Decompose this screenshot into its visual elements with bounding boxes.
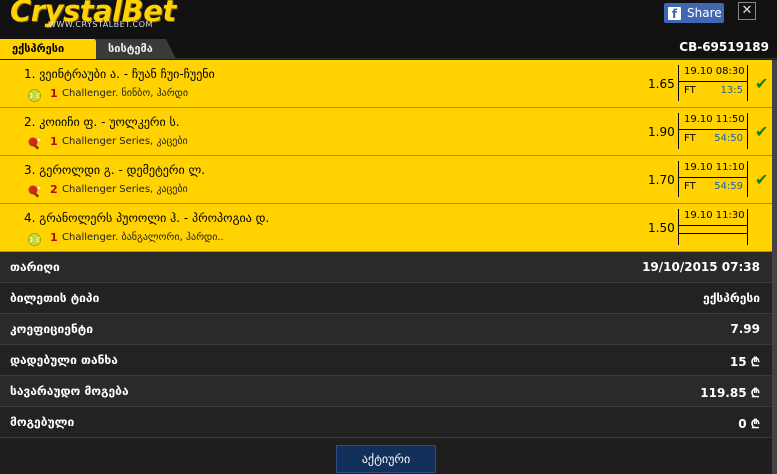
score-divider <box>679 225 747 226</box>
summary-label: კოეფიციენტი <box>10 322 93 336</box>
bet-match-title: 3. გეროლდი გ. - დემეტერი ლ. <box>24 163 206 177</box>
tab-system[interactable]: სისტემა <box>96 39 176 59</box>
score-box: 19.10 11:30 <box>678 209 748 245</box>
bet-odds: 1.70 <box>648 173 675 187</box>
facebook-share-button[interactable]: f Share <box>664 3 724 23</box>
summary-row: დადებული თანხა 15 ₾ <box>0 345 772 376</box>
bet-selection-count: 2 <box>50 183 58 196</box>
match-score: 54:50 <box>714 133 743 144</box>
match-status: FT <box>684 133 696 144</box>
facebook-icon: f <box>668 6 681 21</box>
match-datetime: 19.10 08:30 <box>684 66 745 77</box>
summary-value: 0 ₾ <box>738 417 760 431</box>
win-check-icon: ✔ <box>755 122 769 141</box>
summary-row: კოეფიციენტი 7.99 <box>0 314 772 345</box>
score-box: 19.10 11:50 FT 54:50 <box>678 113 748 149</box>
table-tennis-icon <box>28 135 41 150</box>
summary-row: სავარაუდო მოგება 119.85 ₾ <box>0 376 772 407</box>
win-check-icon: ✔ <box>755 170 769 189</box>
bet-selection-count: 1 <box>50 231 58 244</box>
match-score: 13:5 <box>720 85 743 96</box>
close-button[interactable]: ✕ <box>738 2 756 20</box>
summary-label: მოგებული <box>10 415 75 429</box>
bet-league: Challenger Series, კაცები <box>62 184 188 195</box>
summary-row: თარიღი 19/10/2015 07:38 <box>0 252 772 283</box>
match-score: 54:59 <box>714 181 743 192</box>
score-box: 19.10 08:30 FT 13:5 <box>678 65 748 101</box>
bet-match-title: 2. კოიიჩი ფ. - უოლკერი ს. <box>24 115 180 129</box>
match-datetime: 19.10 11:10 <box>684 162 745 173</box>
score-divider <box>679 81 747 82</box>
header: CrystalBet WWW.CRYSTALBET.COM f Share ✕ <box>0 0 777 37</box>
table-tennis-icon <box>28 183 41 198</box>
match-status: FT <box>684 181 696 192</box>
tab-express[interactable]: ექსპრესი <box>0 39 105 59</box>
scrollbar[interactable] <box>772 60 777 474</box>
bet-odds: 1.50 <box>648 221 675 235</box>
share-label: Share <box>687 6 722 20</box>
match-datetime: 19.10 11:50 <box>684 114 745 125</box>
ticket-id: CB-69519189 <box>679 40 769 54</box>
footer: აქტიური <box>0 441 772 474</box>
bet-odds: 1.90 <box>648 125 675 139</box>
bet-list: 1. ვეინტრაუბი ა. - ჩუან ჩუი-ჩუენი 1 Chal… <box>0 60 772 252</box>
bet-row[interactable]: 3. გეროლდი გ. - დემეტერი ლ. 2 Challenger… <box>0 156 772 204</box>
summary-table: თარიღი 19/10/2015 07:38 ბილეთის ტიპი ექს… <box>0 252 772 438</box>
score-divider <box>679 129 747 130</box>
summary-value: ექსპრესი <box>703 291 760 305</box>
score-box: 19.10 11:10 FT 54:59 <box>678 161 748 197</box>
bet-league: Challenger. ბანგალორი, ჰარდი.. <box>62 232 224 243</box>
match-status: FT <box>684 85 696 96</box>
score-divider-empty <box>679 233 747 234</box>
summary-value: 19/10/2015 07:38 <box>642 260 760 274</box>
status-active-button[interactable]: აქტიური <box>336 445 436 473</box>
summary-value: 119.85 ₾ <box>700 386 760 400</box>
tennis-ball-icon <box>28 231 41 246</box>
bet-selection-count: 1 <box>50 135 58 148</box>
summary-value: 15 ₾ <box>729 355 760 369</box>
summary-label: ბილეთის ტიპი <box>10 291 100 305</box>
summary-row: მოგებული 0 ₾ <box>0 407 772 438</box>
win-check-icon: ✔ <box>755 74 769 93</box>
tennis-ball-icon <box>28 87 41 102</box>
match-datetime: 19.10 11:30 <box>684 210 745 221</box>
bet-league: Challenger Series, კაცები <box>62 136 188 147</box>
bet-row[interactable]: 1. ვეინტრაუბი ა. - ჩუან ჩუი-ჩუენი 1 Chal… <box>0 60 772 108</box>
tabs-bar: ექსპრესი სისტემა CB-69519189 <box>0 37 777 59</box>
bet-match-title: 1. ვეინტრაუბი ა. - ჩუან ჩუი-ჩუენი <box>24 67 215 81</box>
bet-league: Challenger. ნინბო, ჰარდი <box>62 88 189 99</box>
summary-label: სავარაუდო მოგება <box>10 384 129 398</box>
logo-subtext: WWW.CRYSTALBET.COM <box>48 20 153 29</box>
summary-label: დადებული თანხა <box>10 353 118 367</box>
summary-value: 7.99 <box>730 322 760 336</box>
crystalbet-logo[interactable]: CrystalBet WWW.CRYSTALBET.COM <box>4 0 176 32</box>
bet-match-title: 4. გრანოლერს პუოოლი ჰ. - პროპოგია დ. <box>24 211 270 225</box>
bet-selection-count: 1 <box>50 87 58 100</box>
bet-row[interactable]: 4. გრანოლერს პუოოლი ჰ. - პროპოგია დ. 1 C… <box>0 204 772 252</box>
summary-row: ბილეთის ტიპი ექსპრესი <box>0 283 772 314</box>
bet-odds: 1.65 <box>648 77 675 91</box>
bet-row[interactable]: 2. კოიიჩი ფ. - უოლკერი ს. 1 Challenger S… <box>0 108 772 156</box>
summary-label: თარიღი <box>10 260 60 274</box>
score-divider <box>679 177 747 178</box>
